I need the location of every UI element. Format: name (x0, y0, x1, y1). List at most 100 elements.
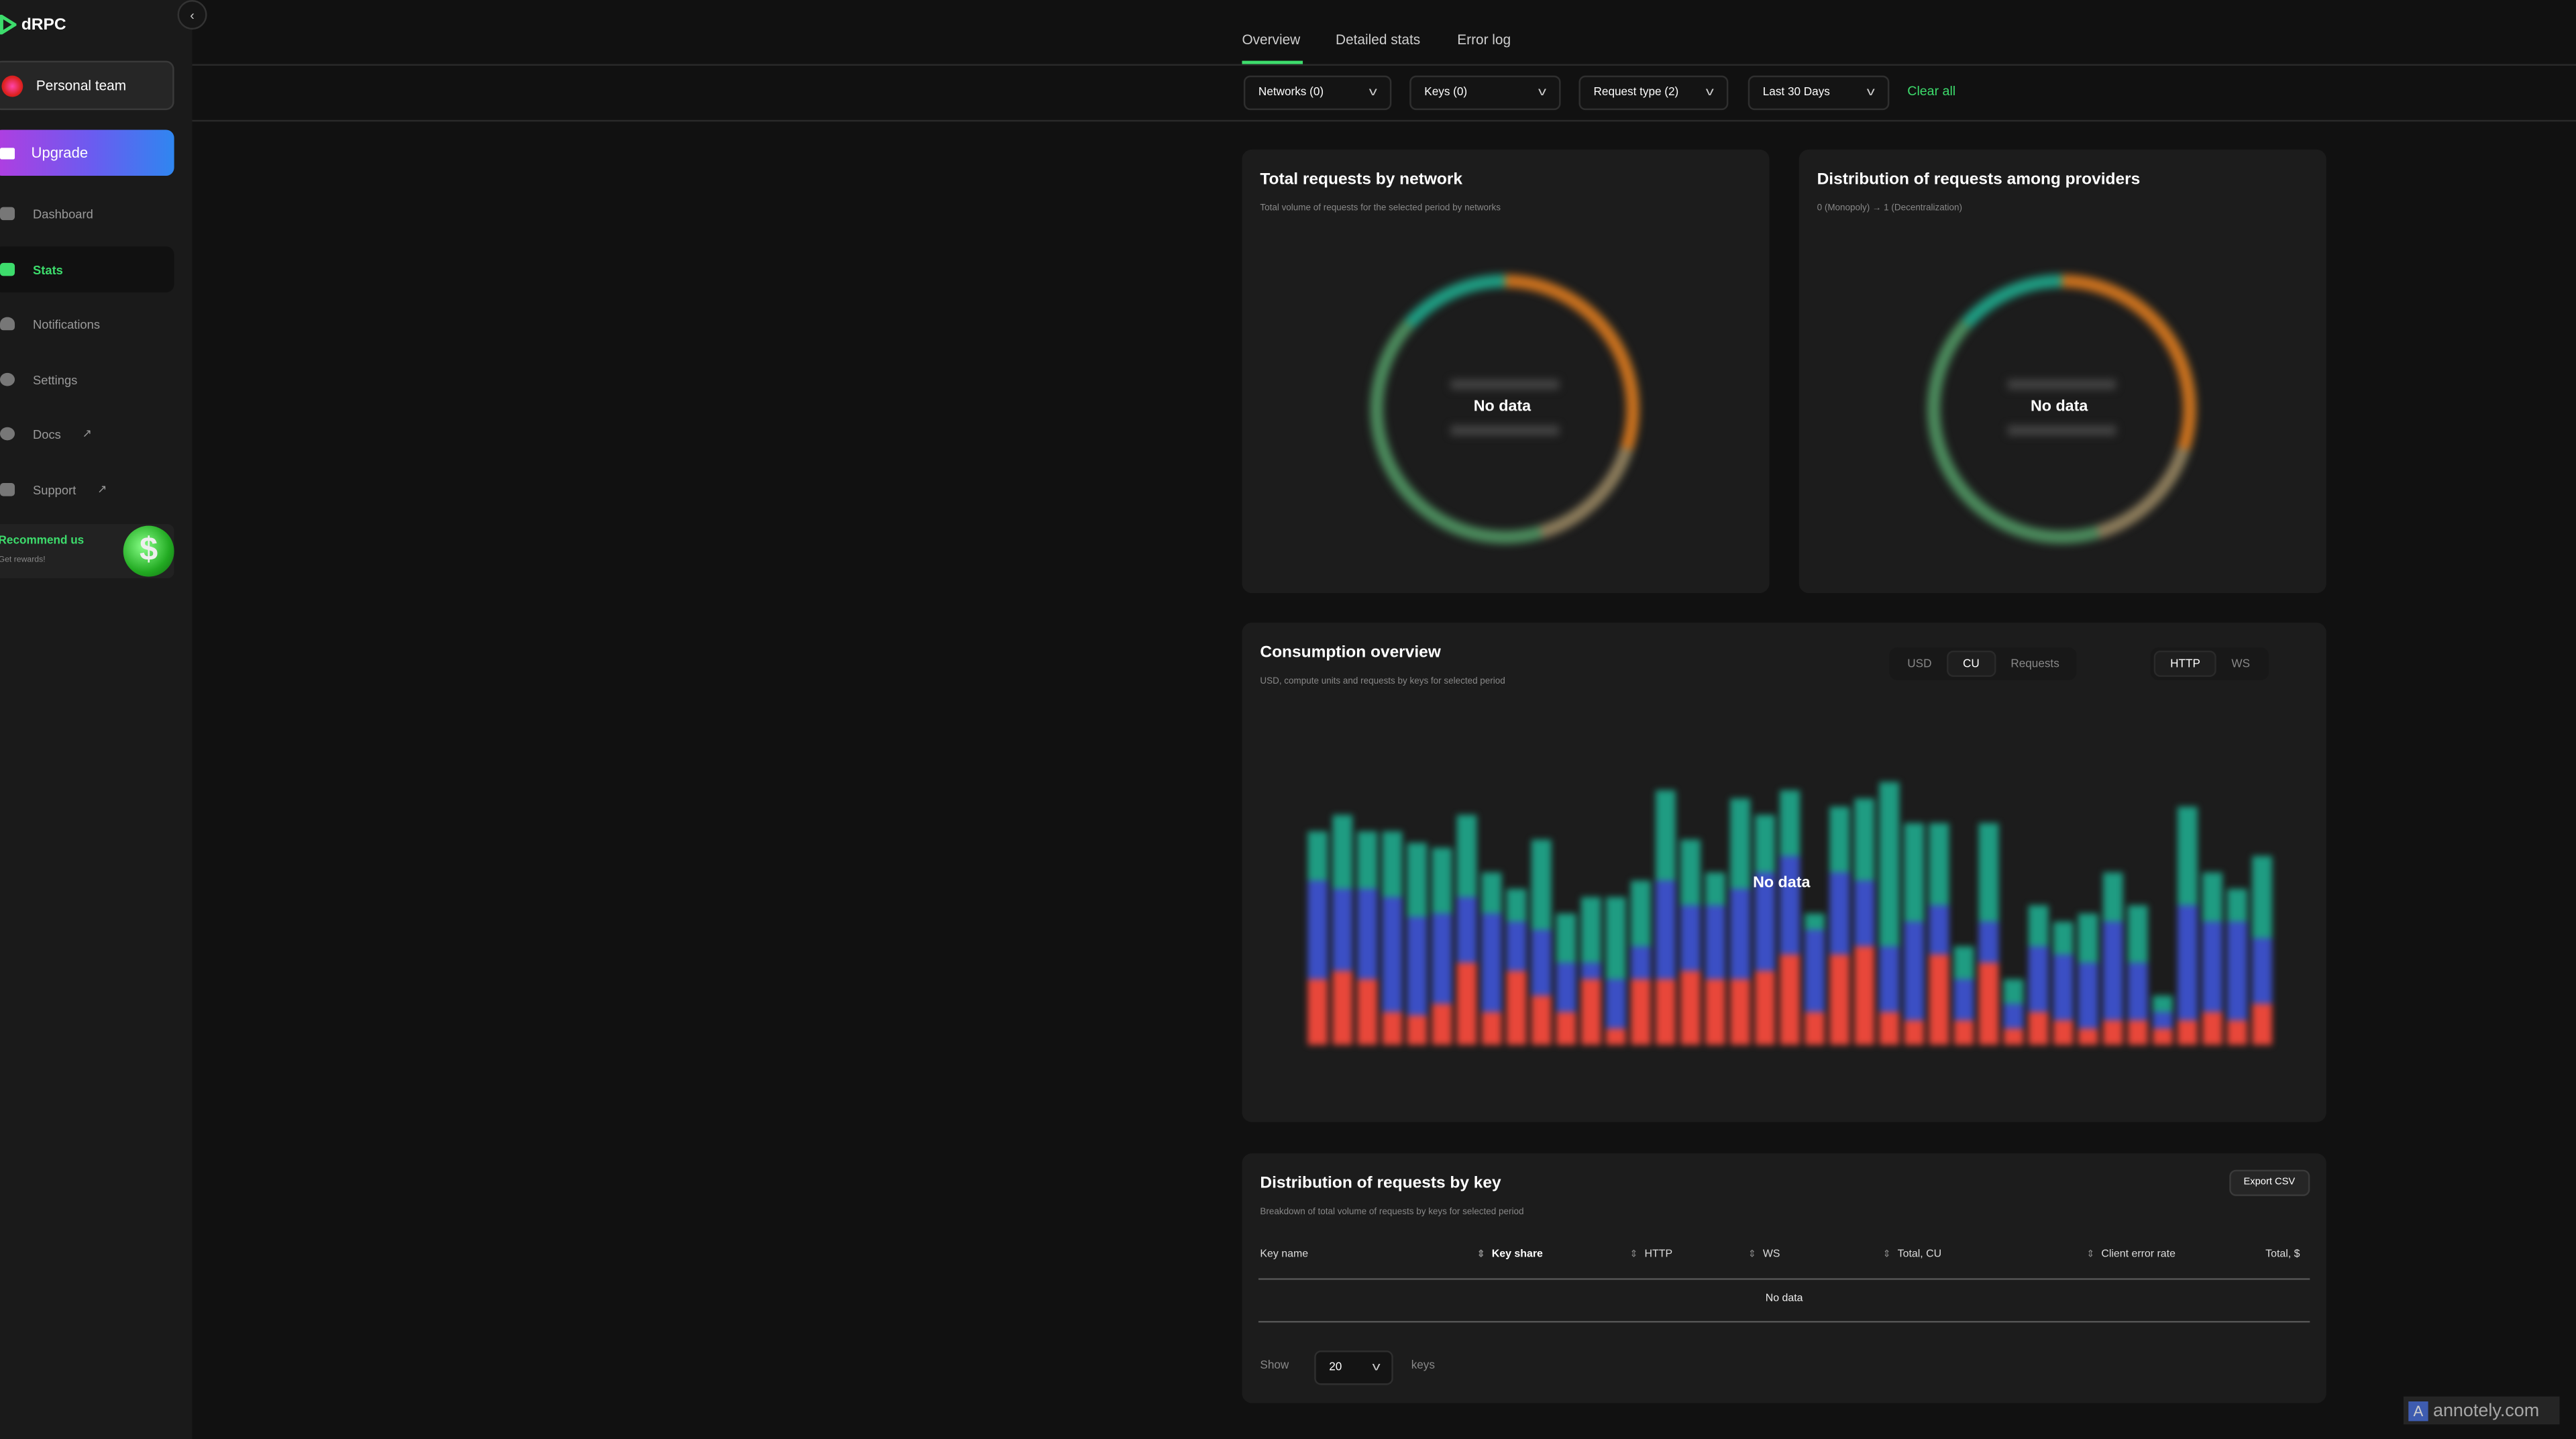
toggle-requests[interactable]: Requests (1996, 651, 2074, 677)
team-selector[interactable]: Personal team (0, 60, 174, 111)
bar-segment-teal (2128, 905, 2148, 963)
bar-segment-red (1432, 1004, 1452, 1045)
sidebar-item-dashboard[interactable]: Dashboard (0, 191, 174, 237)
bar-segment-red (1605, 1028, 1626, 1045)
bar-segment-teal (1506, 888, 1527, 922)
consumption-card: Consumption overview USD, compute units … (1242, 623, 2326, 1122)
protocol-toggle: HTTP WS (2150, 647, 2268, 680)
bar-segment-teal (1829, 806, 1850, 873)
chevron-down-icon: v (1705, 87, 1713, 99)
bar-segment-blue (1456, 897, 1477, 963)
sort-icon: ⇕ (1477, 1250, 1485, 1261)
keys-label: keys (1411, 1360, 1435, 1372)
providers-card: Distribution of requests among providers… (1799, 149, 2326, 594)
bar-segment-blue (1904, 921, 1925, 1020)
tab-detailed-stats[interactable]: Detailed stats (1336, 32, 1420, 48)
bar-segment-blue (2252, 938, 2272, 1004)
no-data-label: No data (2030, 397, 2088, 416)
no-data-label: No data (1473, 397, 1532, 416)
bar-segment-blue (1829, 872, 1850, 955)
column-label: Total, $ (2265, 1248, 2300, 1261)
column-ws[interactable]: ⇕ WS (1748, 1248, 1780, 1260)
discord-icon (0, 483, 15, 496)
sidebar-item-stats[interactable]: Stats (0, 246, 174, 292)
sidebar-item-label: Settings (32, 372, 78, 387)
sort-icon: ⇕ (2086, 1250, 2095, 1261)
bar-segment-teal (2102, 872, 2123, 922)
bar-segment-red (1407, 1015, 1428, 1045)
bar-segment-blue (1407, 916, 1428, 1016)
recommend-title: Recommend us (0, 535, 85, 547)
chevron-left-icon: ‹ (190, 7, 195, 23)
filter-label: Last 30 Days (1762, 87, 1830, 99)
card-subtitle: 0 (Monopoly) → 1 (Decentralization) (1817, 203, 1962, 214)
bar-segment-red (1680, 971, 1701, 1045)
toggle-cu[interactable]: CU (1946, 650, 1996, 677)
upgrade-label: Upgrade (31, 144, 89, 162)
clear-all-button[interactable]: Clear all (1907, 84, 1955, 99)
bar-segment-blue (1307, 880, 1328, 979)
page-size-select[interactable]: 20 v (1314, 1350, 1393, 1385)
table-divider (1258, 1320, 2310, 1323)
tab-overview[interactable]: Overview (1242, 32, 1300, 48)
bar-segment-blue (2102, 921, 2123, 1020)
toggle-http[interactable]: HTTP (2153, 650, 2217, 677)
recommend-banner[interactable]: Recommend us Get rewards! $ (0, 524, 174, 579)
bar-segment-red (1705, 979, 1725, 1045)
bar-segment-blue (2227, 921, 2247, 1020)
bell-icon (0, 317, 15, 331)
bar-segment-teal (1580, 897, 1601, 963)
bar-segment-teal (1656, 790, 1676, 881)
sidebar-item-label: Stats (32, 262, 63, 277)
logo[interactable]: dRPC (0, 13, 66, 36)
sidebar-item-support[interactable]: Support ↗ (0, 467, 174, 513)
toggle-ws[interactable]: WS (2216, 651, 2265, 677)
column-client-error-rate[interactable]: ⇕ Client error rate (2086, 1248, 2176, 1260)
dashboard-icon (0, 207, 15, 221)
column-key-share[interactable]: ⇕ Key share (1477, 1248, 1543, 1260)
bar-segment-red (2252, 1004, 2272, 1045)
bar-segment-red (1755, 971, 1775, 1045)
bar-segment-blue (1332, 888, 1353, 971)
bar-segment-teal (2153, 996, 2173, 1012)
sidebar-item-settings[interactable]: Settings (0, 356, 174, 403)
networks-filter[interactable]: Networks (0) v (1243, 75, 1392, 111)
column-http[interactable]: ⇕ HTTP (1629, 1248, 1672, 1260)
divider (192, 64, 2576, 66)
bar-segment-teal (1605, 897, 1626, 979)
bar-segment-teal (2003, 979, 2024, 1004)
toggle-usd[interactable]: USD (1892, 651, 1946, 677)
column-total-cu[interactable]: ⇕ Total, CU (1883, 1248, 1942, 1260)
bar-segment-blue (1780, 855, 1800, 955)
sidebar-item-label: Support (32, 482, 76, 497)
column-total-usd[interactable]: Total, $ (2265, 1248, 2300, 1260)
bar-segment-blue (2078, 963, 2098, 1029)
bar-segment-blue (1953, 979, 1974, 1020)
request-type-filter[interactable]: Request type (2) v (1578, 75, 1729, 111)
bar-segment-blue (1481, 913, 1502, 1012)
bar-segment-teal (2227, 888, 2247, 922)
bar-segment-teal (1307, 831, 1328, 881)
bar-segment-blue (2053, 954, 2074, 1020)
sidebar-item-docs[interactable]: Docs ↗ (0, 411, 174, 457)
bar-segment-blue (2153, 1012, 2173, 1029)
bar-segment-blue (1730, 888, 1750, 979)
bar-segment-blue (1631, 946, 1651, 979)
bar-segment-blue (1531, 930, 1552, 996)
period-filter[interactable]: Last 30 Days v (1748, 75, 1890, 111)
wallet-icon (0, 147, 15, 159)
upgrade-button[interactable]: Upgrade (0, 129, 174, 176)
tab-error-log[interactable]: Error log (1457, 32, 1511, 48)
bar-segment-red (1506, 971, 1527, 1045)
bar-segment-blue (1382, 897, 1403, 1012)
page-size-value: 20 (1329, 1362, 1342, 1374)
bar-segment-blue (1432, 913, 1452, 1004)
bar-segment-red (1953, 1020, 1974, 1045)
bar-segment-blue (1556, 963, 1576, 1012)
collapse-sidebar-button[interactable]: ‹ (177, 0, 207, 30)
sidebar-item-notifications[interactable]: Notifications (0, 301, 174, 347)
export-csv-button[interactable]: Export CSV (2229, 1169, 2310, 1196)
keys-filter[interactable]: Keys (0) v (1409, 75, 1561, 111)
bar-segment-teal (1407, 843, 1428, 917)
column-key-name[interactable]: Key name (1260, 1248, 1308, 1260)
